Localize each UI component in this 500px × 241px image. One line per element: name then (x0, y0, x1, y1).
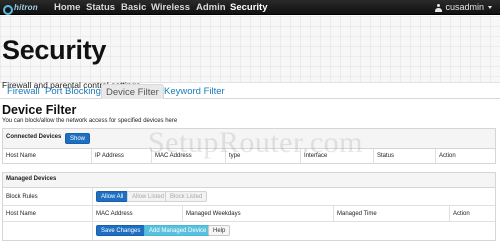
hero-banner: Security Firewall and parental control s… (0, 16, 500, 90)
user-menu[interactable]: cusadmin (435, 0, 492, 15)
tab-device-filter[interactable]: Device Filter (101, 84, 164, 99)
user-icon (435, 3, 443, 12)
column-divider (151, 149, 152, 164)
column-header: Status (377, 153, 395, 159)
section-description: You can block/allow the network access f… (2, 118, 178, 124)
nav-basic[interactable]: Basic (121, 0, 146, 15)
column-divider (300, 149, 301, 164)
column-header: MAC Address (96, 211, 133, 217)
managed-devices-panel: Managed Devices Block Rules Allow All Al… (2, 172, 496, 241)
page-title: Security (2, 35, 107, 65)
column-header: MAC Address (155, 153, 192, 159)
column-divider (92, 206, 93, 221)
column-header: type (229, 153, 241, 159)
column-header: Interface (304, 153, 328, 159)
show-button[interactable]: Show (65, 133, 91, 144)
block-rules-row: Block Rules Allow All Allow Listed Block… (3, 188, 495, 206)
brand-name: hitron (14, 3, 38, 12)
help-button[interactable]: Help (208, 225, 231, 236)
column-header: Action (439, 153, 456, 159)
allow-listed-button[interactable]: Allow Listed (127, 191, 170, 202)
connected-devices-title: Connected Devices (6, 134, 62, 140)
block-listed-button[interactable]: Block Listed (165, 191, 208, 202)
connected-devices-panel: Connected Devices Show Host Name IP Addr… (2, 128, 496, 164)
tab-firewall[interactable]: Firewall (3, 84, 44, 99)
column-divider (435, 149, 436, 164)
column-divider (92, 188, 93, 205)
block-rules-label: Block Rules (6, 194, 38, 200)
column-divider (91, 149, 92, 164)
column-divider (373, 149, 374, 164)
nav-status[interactable]: Status (86, 0, 115, 15)
column-header: Managed Time (337, 211, 377, 217)
managed-devices-columns: Host Name MAC Address Managed Weekdays M… (3, 206, 495, 222)
connected-devices-columns: Host Name IP Address MAC Address type In… (3, 149, 495, 164)
nav-security[interactable]: Security (230, 0, 268, 15)
top-navbar: hitron Home Status Basic Wireless Admin … (0, 0, 500, 15)
tab-port-blocking[interactable]: Port Blocking (41, 84, 105, 99)
column-divider (92, 222, 93, 241)
managed-devices-header: Managed Devices (3, 173, 495, 188)
column-divider (333, 206, 334, 221)
connected-devices-header: Connected Devices Show (3, 129, 495, 149)
column-divider (225, 149, 226, 164)
column-divider (449, 206, 450, 221)
column-header: Host Name (6, 153, 37, 159)
tab-keyword-filter[interactable]: Keyword Filter (160, 84, 229, 99)
nav-wireless[interactable]: Wireless (151, 0, 190, 15)
allow-all-button[interactable]: Allow All (96, 191, 129, 202)
username: cusadmin (445, 2, 484, 12)
column-divider (182, 206, 183, 221)
security-tabs: Firewall Port Blocking Device Filter Key… (0, 84, 500, 99)
column-header: Host Name (6, 211, 37, 217)
add-managed-device-button[interactable]: Add Managed Device (144, 225, 212, 236)
chevron-down-icon (488, 6, 492, 9)
column-header: Managed Weekdays (186, 211, 241, 217)
hitron-logo-icon (3, 4, 13, 15)
save-changes-button[interactable]: Save Changes (96, 225, 146, 236)
nav-home[interactable]: Home (54, 0, 80, 15)
column-header: Action (453, 211, 470, 217)
nav-admin[interactable]: Admin (196, 0, 226, 15)
managed-devices-title: Managed Devices (6, 176, 57, 182)
brand-logo[interactable]: hitron (3, 2, 38, 15)
actions-row: Save Changes Add Managed Device Help (3, 222, 495, 241)
column-header: IP Address (95, 153, 124, 159)
section-title: Device Filter (2, 103, 77, 117)
